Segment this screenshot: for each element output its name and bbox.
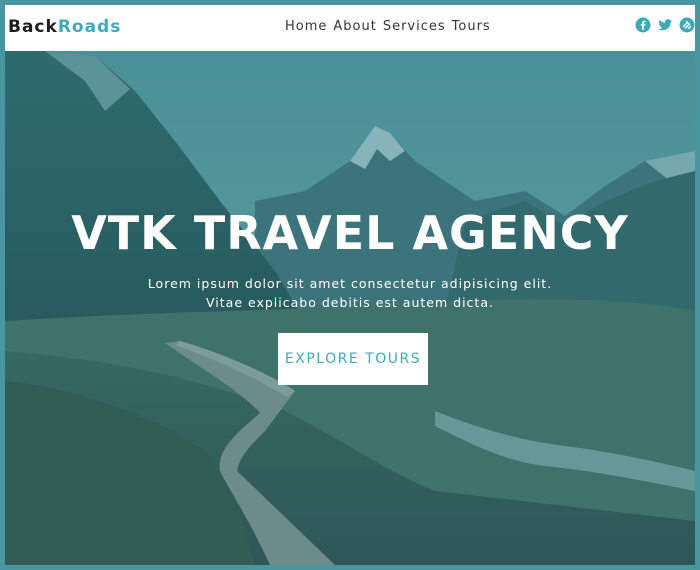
brand-part-2: Roads xyxy=(57,17,122,37)
brand-part-1: Back xyxy=(8,17,58,37)
squarespace-icon[interactable] xyxy=(679,17,695,33)
page-frame: BackRoads Home About Services Tours VTK … xyxy=(0,0,700,570)
brand-logo[interactable]: BackRoads xyxy=(8,17,121,37)
nav-link-about[interactable]: About xyxy=(333,19,376,34)
nav-link-tours[interactable]: Tours xyxy=(452,19,491,34)
hero-subtitle: Lorem ipsum dolor sit amet consectetur a… xyxy=(147,276,553,310)
hero-section: VTK TRAVEL AGENCY Lorem ipsum dolor sit … xyxy=(5,51,695,565)
nav-links: Home About Services Tours xyxy=(285,19,491,34)
navbar: BackRoads Home About Services Tours xyxy=(5,5,695,51)
facebook-icon[interactable] xyxy=(635,17,651,33)
nav-link-services[interactable]: Services xyxy=(383,19,446,34)
twitter-icon[interactable] xyxy=(657,17,673,33)
nav-link-home[interactable]: Home xyxy=(285,19,327,34)
hero-title: VTK TRAVEL AGENCY xyxy=(71,206,629,260)
social-icons xyxy=(635,17,695,33)
explore-tours-button[interactable]: EXPLORE TOURS xyxy=(278,333,428,385)
